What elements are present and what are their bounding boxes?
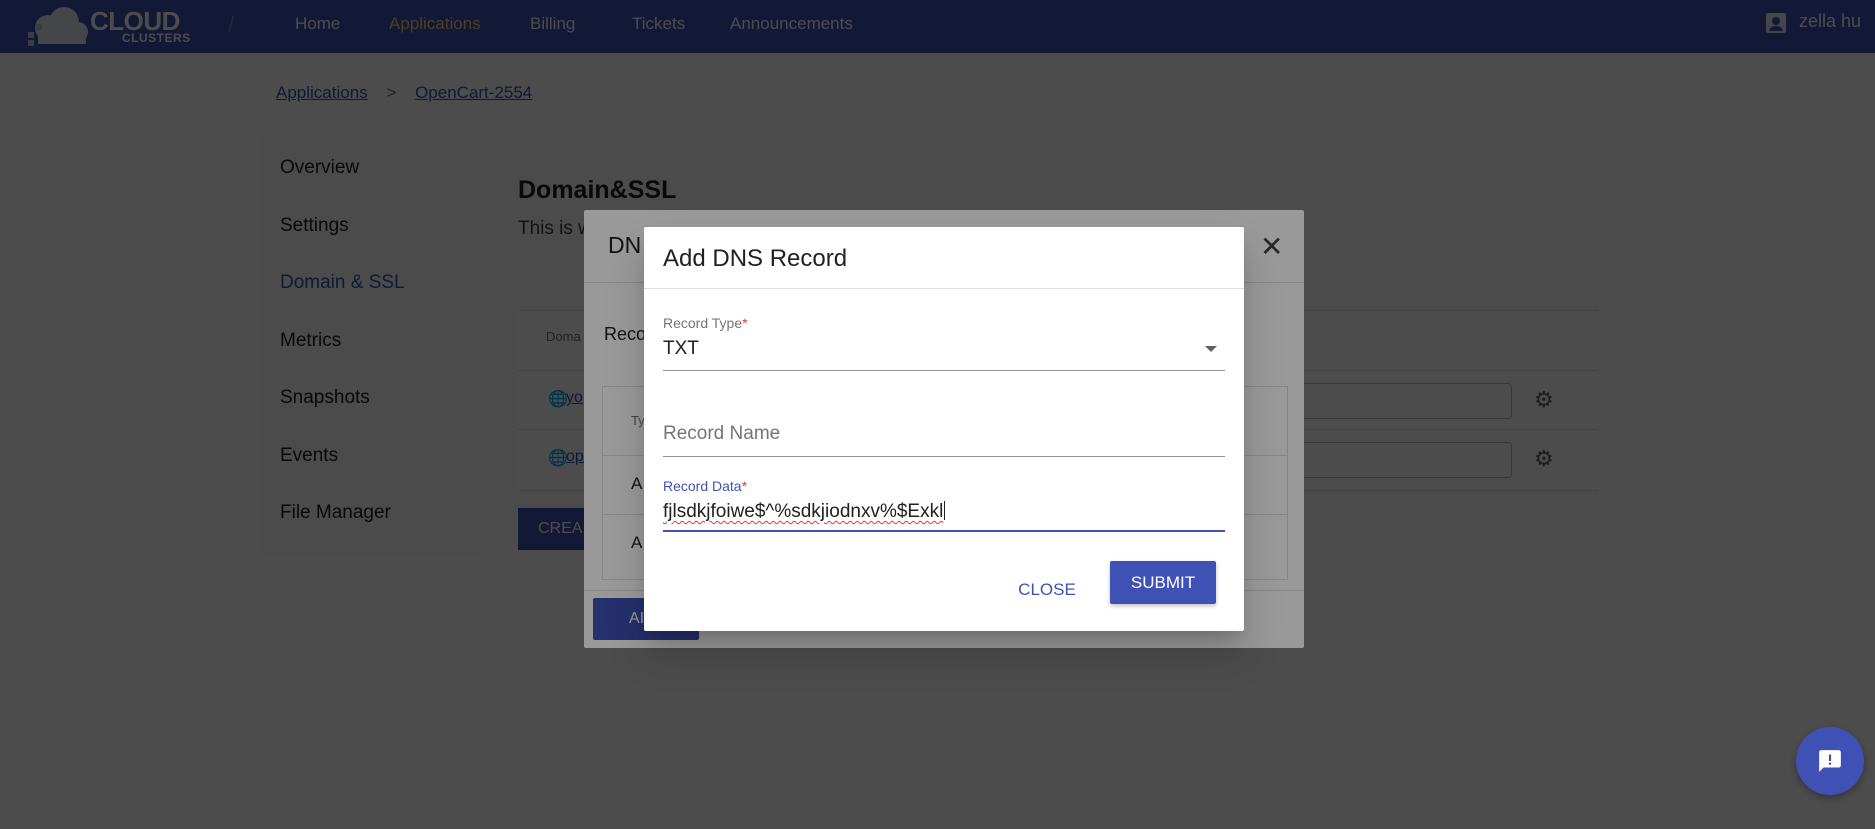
required-mark: *: [742, 315, 748, 331]
record-data-field[interactable]: Record Data* fjlsdkjfoiwe$^%sdkjiodnxv%$…: [663, 478, 1225, 558]
required-mark: *: [741, 478, 748, 494]
submit-button[interactable]: SUBMIT: [1110, 561, 1216, 604]
field-underline-focused: [663, 530, 1225, 532]
record-data-input[interactable]: fjlsdkjfoiwe$^%sdkjiodnxv%$Exkl: [663, 501, 946, 523]
record-data-label: Record Data*: [663, 478, 748, 494]
chat-icon: [1819, 750, 1841, 772]
close-button[interactable]: CLOSE: [1010, 572, 1084, 608]
field-underline: [663, 456, 1225, 457]
dialog-title: Add DNS Record: [663, 245, 848, 272]
record-name-input[interactable]: [663, 412, 1225, 456]
field-underline: [663, 370, 1225, 371]
record-name-field: [663, 412, 1225, 462]
record-type-label: Record Type*: [663, 315, 748, 331]
record-type-select[interactable]: Record Type* TXT: [663, 315, 1225, 375]
chevron-down-icon[interactable]: [1205, 346, 1217, 352]
text-cursor: [944, 501, 946, 520]
divider: [644, 288, 1244, 289]
record-type-value: TXT: [663, 338, 699, 359]
add-dns-record-dialog: Add DNS Record Record Type* TXT Record D…: [644, 227, 1244, 631]
chat-button[interactable]: [1796, 727, 1864, 795]
